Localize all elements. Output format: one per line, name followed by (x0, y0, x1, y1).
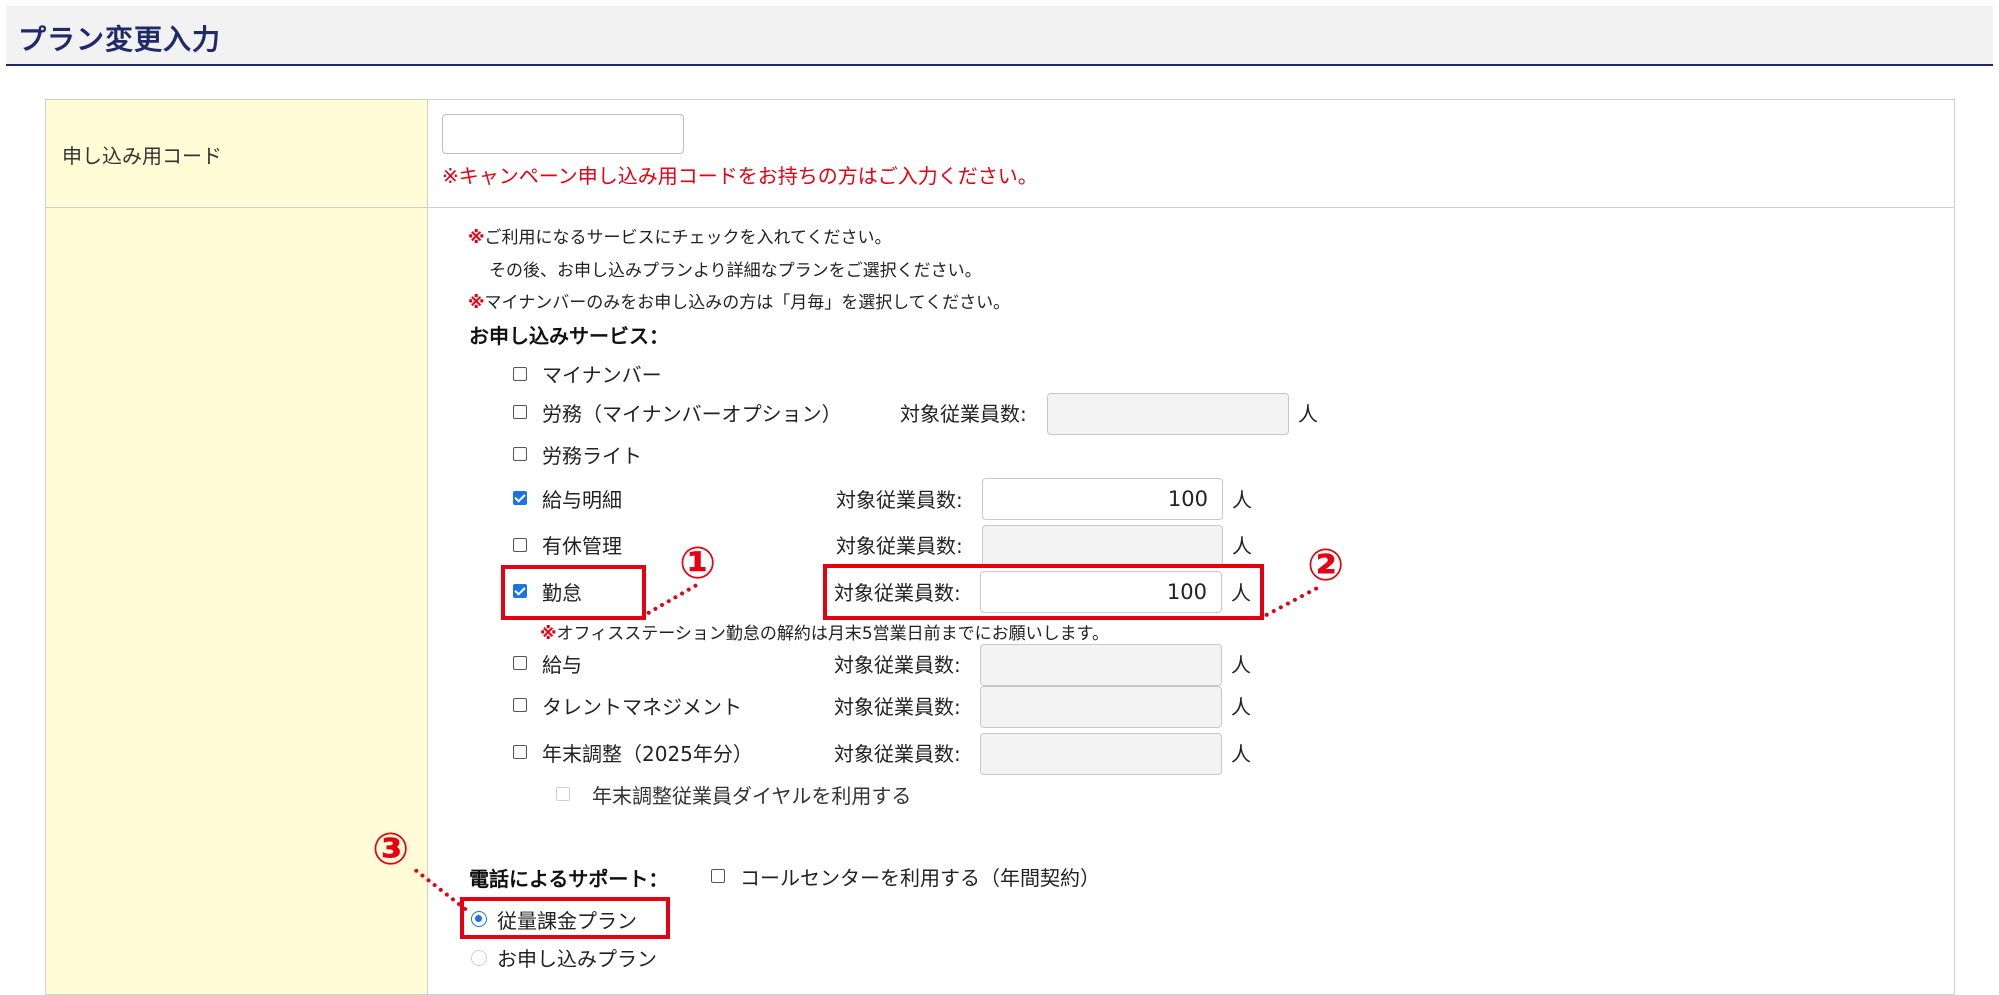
employee-count-input-talent[interactable] (980, 686, 1222, 728)
note-mark: ※ (468, 228, 485, 248)
employee-count-input-payslip[interactable]: 100 (982, 478, 1223, 520)
employee-count-label: 対象従業員数: (836, 534, 963, 558)
service-checkbox-romu-lite[interactable] (513, 447, 527, 461)
service-checkbox-mynumber[interactable] (513, 367, 527, 381)
highlight-metered-plan (460, 897, 670, 939)
service-label-payroll: 給与 (542, 653, 582, 677)
service-label-mynumber: マイナンバー (542, 363, 662, 387)
employee-count-input-paid-leave[interactable] (982, 525, 1223, 567)
campaign-code-label: 申し込み用コード (62, 144, 222, 168)
employee-count-input-payroll[interactable] (980, 644, 1222, 686)
employee-count-input-year-end[interactable] (980, 733, 1222, 775)
instruction-note-1: ※ご利用になるサービスにチェックを入れてください。 (468, 223, 892, 248)
plan-label-application: お申し込みプラン (497, 947, 657, 971)
note-line-3: マイナンバーのみをお申し込みの方は「月毎」を選択してください。 (484, 293, 1011, 313)
instruction-note-2: その後、お申し込みプランより詳細なプランをご選択ください。 (489, 261, 982, 281)
plan-radio-application[interactable] (471, 950, 487, 966)
note-line-1: ご利用になるサービスにチェックを入れてください。 (484, 228, 892, 248)
employee-unit: 人 (1298, 402, 1318, 426)
attendance-cancel-note: ※オフィスステーション勤怠の解約は月末5営業日前までにお願いします。 (540, 619, 1109, 644)
employee-count-input-romu-option[interactable] (1047, 393, 1289, 435)
callcenter-label: コールセンターを利用する（年間契約） (740, 866, 1100, 890)
year-end-dial-label: 年末調整従業員ダイヤルを利用する (592, 784, 912, 808)
employee-count-label: 対象従業員数: (836, 488, 963, 512)
note-mark: ※ (468, 293, 485, 313)
service-label-year-end: 年末調整（2025年分） (542, 742, 753, 766)
service-label-romu-option: 労務（マイナンバーオプション） (542, 402, 842, 426)
year-end-dial-checkbox[interactable] (556, 787, 570, 801)
service-checkbox-paid-leave[interactable] (513, 538, 527, 552)
service-checkbox-romu-option[interactable] (513, 405, 527, 419)
note-mark: ※ (540, 624, 557, 644)
employee-unit: 人 (1231, 695, 1251, 719)
highlight-attendance-count (823, 564, 1264, 620)
service-label-payslip: 給与明細 (542, 488, 622, 512)
services-heading: お申し込みサービス： (469, 324, 669, 348)
service-checkbox-year-end[interactable] (513, 745, 527, 759)
employee-unit: 人 (1231, 653, 1251, 677)
callcenter-checkbox[interactable] (711, 869, 725, 883)
instruction-note-3: ※マイナンバーのみをお申し込みの方は「月毎」を選択してください。 (468, 288, 1010, 313)
page-header: プラン変更入力 (6, 6, 1993, 66)
page-title: プラン変更入力 (18, 23, 222, 56)
service-label-talent: タレントマネジメント (542, 695, 742, 719)
callout-number-2: ② (1307, 540, 1345, 591)
employee-count-label: 対象従業員数: (900, 402, 1027, 426)
callout-number-3: ③ (372, 824, 410, 875)
service-checkbox-talent[interactable] (513, 698, 527, 712)
campaign-code-note: ※キャンペーン申し込み用コードをお持ちの方はご入力ください。 (442, 164, 1038, 188)
service-checkbox-payslip[interactable] (513, 491, 527, 505)
row-divider (46, 207, 1954, 208)
employee-unit: 人 (1232, 534, 1252, 558)
service-checkbox-payroll[interactable] (513, 656, 527, 670)
employee-count-label: 対象従業員数: (834, 742, 961, 766)
callout-number-1: ① (679, 538, 717, 589)
phone-support-heading: 電話によるサポート： (469, 867, 669, 891)
attendance-note-text: オフィスステーション勤怠の解約は月末5営業日前までにお願いします。 (556, 624, 1109, 644)
campaign-code-input[interactable] (442, 114, 684, 154)
highlight-attendance-checkbox (501, 565, 646, 620)
label-column: 申し込み用コード (46, 100, 428, 994)
employee-count-label: 対象従業員数: (834, 695, 961, 719)
employee-unit: 人 (1232, 488, 1252, 512)
employee-count-label: 対象従業員数: (834, 653, 961, 677)
service-label-paid-leave: 有休管理 (542, 534, 622, 558)
service-label-romu-lite: 労務ライト (542, 444, 642, 468)
employee-unit: 人 (1231, 742, 1251, 766)
